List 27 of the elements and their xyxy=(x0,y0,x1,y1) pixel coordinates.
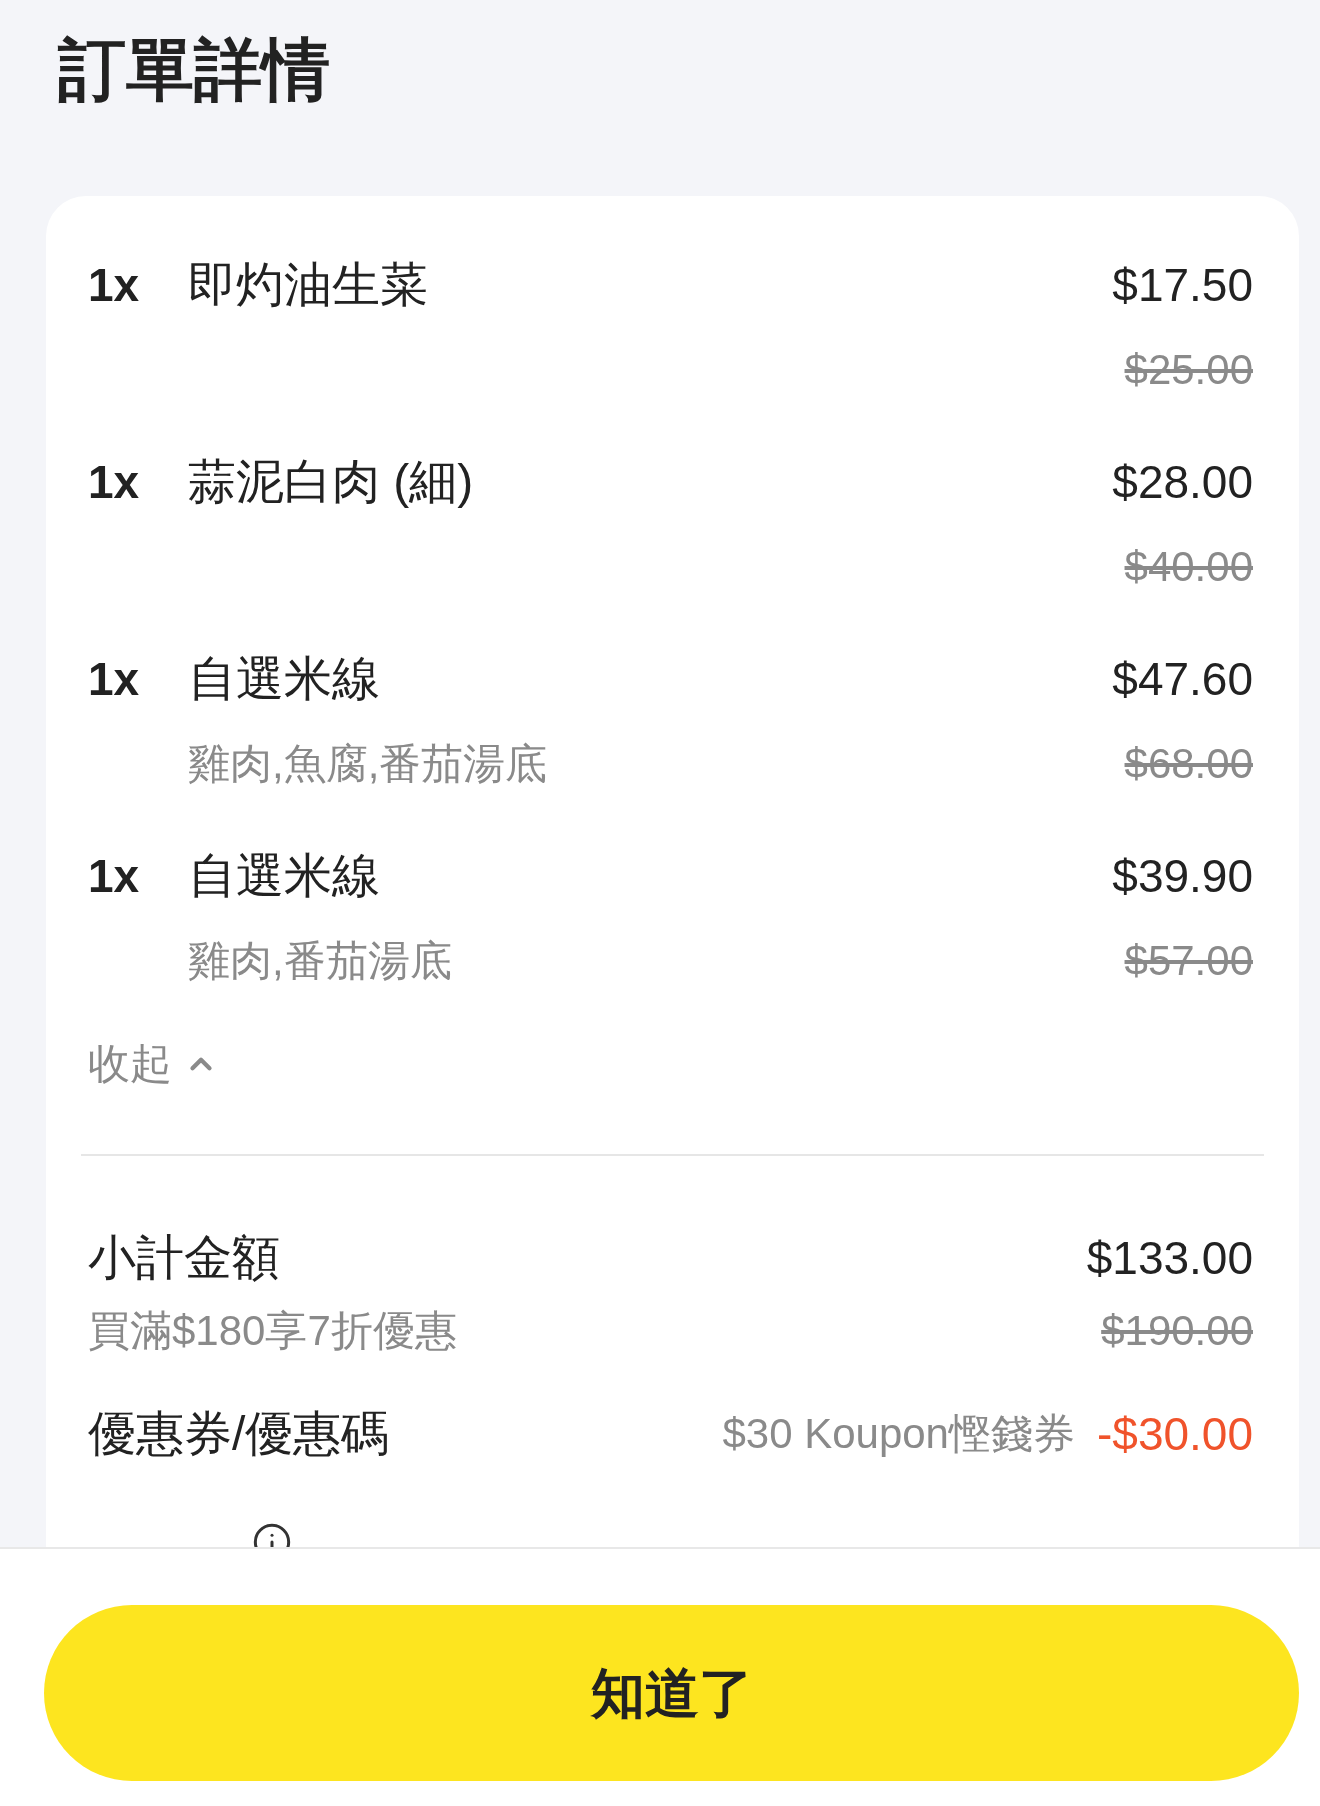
quantity-text: 1x xyxy=(88,258,141,313)
quantity-text: 1x xyxy=(88,455,141,510)
confirm-button[interactable]: 知道了 xyxy=(44,1605,1299,1781)
item-name: 即灼油生菜 xyxy=(188,257,428,313)
item-price: $17.50 xyxy=(1112,258,1253,313)
original-price: $68.00 xyxy=(1124,739,1253,789)
original-price: $25.00 xyxy=(1124,345,1253,395)
summary-value: -$30.00 xyxy=(1097,1407,1253,1462)
item-options: 雞肉,魚腐,番茄湯底 xyxy=(188,739,548,789)
original-price: $190.00 xyxy=(1101,1306,1253,1356)
coupon-name: $30 Koupon慳錢券 xyxy=(722,1409,1075,1459)
item-options: 雞肉,番茄湯底 xyxy=(188,936,452,986)
quantity-text: 1x xyxy=(88,849,141,904)
item-name: 蒜泥白肉 (細) xyxy=(188,454,474,510)
discount-note: 買滿$180享7折優惠 xyxy=(88,1306,457,1356)
item-price: $39.90 xyxy=(1112,849,1253,904)
page-title: 訂單詳情 xyxy=(58,30,330,109)
item-price: $28.00 xyxy=(1112,455,1253,510)
summary-label: 優惠券/優惠碼 xyxy=(88,1406,390,1462)
summary-label: 小計金額 xyxy=(88,1230,280,1286)
summary-value: $133.00 xyxy=(1086,1231,1253,1286)
original-price: $57.00 xyxy=(1124,936,1253,986)
quantity-text: 1x xyxy=(88,652,141,707)
original-price: $40.00 xyxy=(1124,542,1253,592)
item-price: $47.60 xyxy=(1112,652,1253,707)
item-name: 自選米線 xyxy=(188,848,380,904)
item-name: 自選米線 xyxy=(188,651,380,707)
